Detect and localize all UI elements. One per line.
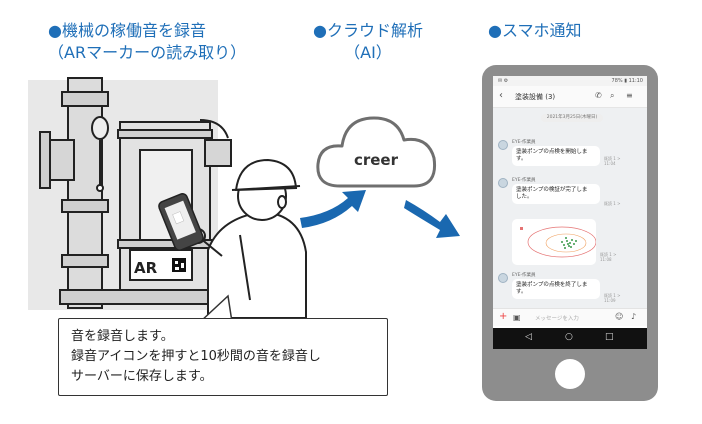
message-sender: EYE-作業員 xyxy=(512,178,536,183)
message-input-bar: + ▣ メッセージを入力 ☺ ♪ xyxy=(493,308,647,326)
callout-line-1: 音を録音します。 xyxy=(71,329,174,344)
callout-line-2: 録音アイコンを押すと10秒間の音を録音し xyxy=(71,349,321,364)
message-meta: 既読 1 >11:04 xyxy=(604,156,620,166)
message-meta: 既読 1 >11:08 xyxy=(600,252,616,262)
phone-screen: ✉ ⚙ 78% ▮ 11:10 ‹ 塗装設備 (3) ✆ ⌕ ≡ 2021年3月… xyxy=(493,76,647,349)
ar-marker-label: AR xyxy=(134,259,158,277)
cloud-label: creer xyxy=(354,151,399,169)
chat-header: ‹ 塗装設備 (3) ✆ ⌕ ≡ xyxy=(493,86,647,108)
search-icon[interactable]: ⌕ xyxy=(610,91,614,101)
chat-area xyxy=(493,108,647,308)
message-sender: EYE-作業員 xyxy=(512,273,536,278)
nav-home-icon[interactable]: ○ xyxy=(565,332,573,342)
nav-recents-icon[interactable]: □ xyxy=(605,332,614,342)
message-bubble[interactable]: 塗装ポンプの点検を終了しま す。 xyxy=(512,279,600,299)
callout-line-3: サーバーに保存します。 xyxy=(71,369,213,384)
message-text: す。 xyxy=(516,289,527,295)
message-time: 11:04 xyxy=(604,161,616,166)
microphone-icon[interactable]: ♪ xyxy=(631,312,636,321)
status-bar: ✉ ⚙ 78% ▮ 11:10 xyxy=(493,76,647,86)
status-app-icons: ✉ ⚙ xyxy=(498,78,509,84)
date-separator: 2021年3月25日(木曜日) xyxy=(541,114,603,122)
arrow-to-cloud-icon xyxy=(300,190,366,228)
scatter-chart-thumbnail-icon xyxy=(520,226,597,258)
message-text: 塗装ポンプの検証が完了しま xyxy=(516,187,588,193)
message-time: 11:09 xyxy=(604,298,616,303)
phone-call-icon[interactable]: ✆ xyxy=(595,91,602,100)
plus-icon[interactable]: + xyxy=(499,311,507,322)
phone-home-button[interactable] xyxy=(555,359,585,389)
message-sender: EYE-作業員 xyxy=(512,140,536,145)
message-time: 11:08 xyxy=(600,257,612,262)
message-bubble[interactable]: 塗装ポンプの点検を開始しま す。 xyxy=(512,146,600,166)
nav-back-icon[interactable]: ◁ xyxy=(525,332,532,342)
image-icon[interactable]: ▣ xyxy=(513,313,521,322)
android-nav-bar: ◁ ○ □ xyxy=(493,328,647,349)
emoji-icon[interactable]: ☺ xyxy=(615,312,623,321)
status-indicators: 78% ▮ 11:10 xyxy=(611,78,643,84)
message-text: した。 xyxy=(516,194,533,200)
image-message[interactable] xyxy=(512,219,597,265)
arrow-to-phone-icon xyxy=(404,200,460,238)
machine-illustration xyxy=(28,77,232,310)
message-meta: 既読 1 >11:09 xyxy=(604,293,620,303)
message-text: 塗装ポンプの点検を開始しま xyxy=(516,149,588,155)
read-receipt: 既読 1 > xyxy=(604,201,621,206)
back-arrow-icon[interactable]: ‹ xyxy=(499,90,503,101)
status-battery: 78% xyxy=(611,78,623,84)
message-text: 塗装ポンプの点検を終了しま xyxy=(516,282,588,288)
avatar[interactable] xyxy=(498,140,508,150)
avatar[interactable] xyxy=(498,178,508,188)
message-input[interactable]: メッセージを入力 xyxy=(535,314,579,322)
message-text: す。 xyxy=(516,156,527,162)
avatar[interactable] xyxy=(498,273,508,283)
chat-title: 塗装設備 (3) xyxy=(515,93,556,101)
ar-qr-icon xyxy=(172,258,186,272)
message-bubble[interactable]: 塗装ポンプの検証が完了しま した。 xyxy=(512,184,600,204)
message-meta: 既読 1 > xyxy=(604,201,620,206)
instruction-callout: 音を録音します。 録音アイコンを押すと10秒間の音を録音し サーバーに保存します… xyxy=(58,318,388,396)
menu-icon[interactable]: ≡ xyxy=(626,91,633,100)
status-time: 11:10 xyxy=(628,78,643,84)
